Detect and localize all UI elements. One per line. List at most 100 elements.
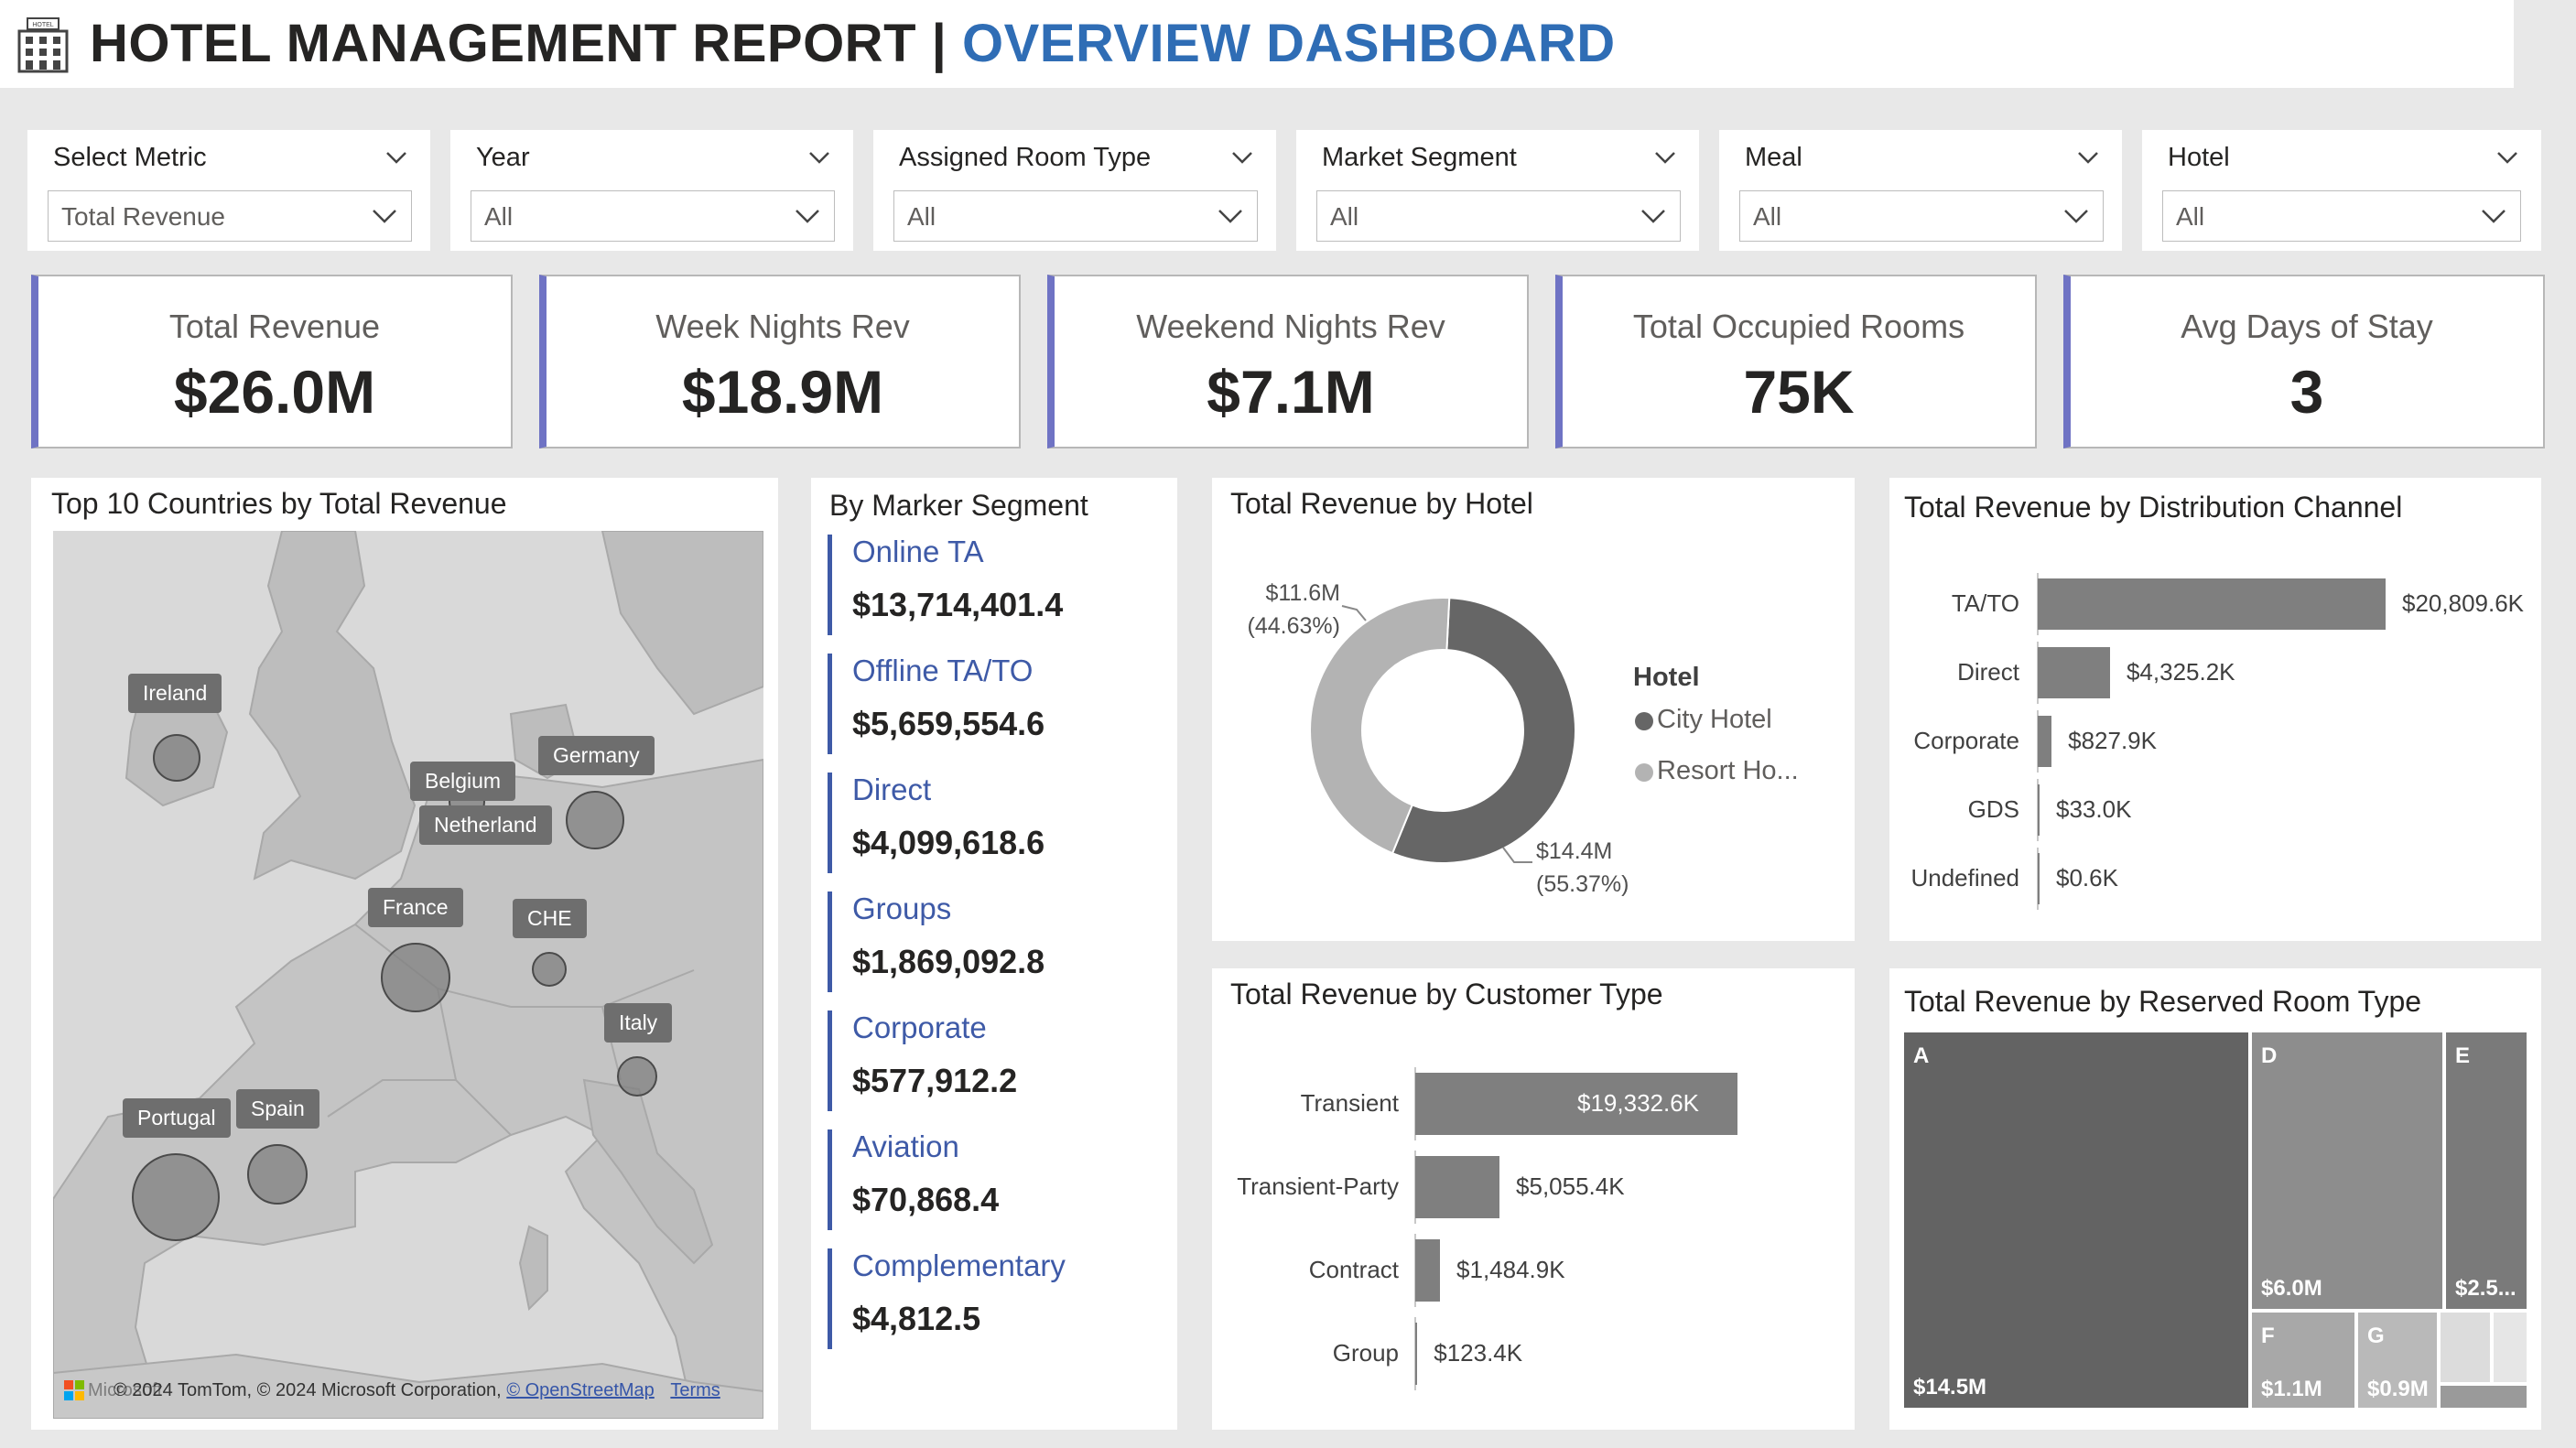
kpi-value: $18.9M — [681, 358, 884, 426]
kpi-label: Avg Days of Stay — [2181, 308, 2433, 345]
hotel-donut-panel: Total Revenue by Hotel Hotel City Hotel … — [1212, 478, 1855, 941]
slicer-dropdown[interactable]: All — [893, 190, 1258, 242]
slicer-value: All — [907, 202, 936, 231]
channel-chart-title: Total Revenue by Distribution Channel — [1904, 491, 2403, 524]
slicer-label: Select Metric — [53, 143, 207, 172]
report-header: HOTEL HOTEL MANAGEMENT REPORT | OVERVIEW… — [0, 0, 2514, 88]
terms-link[interactable]: Terms — [670, 1380, 720, 1400]
bubble-ireland[interactable] — [153, 734, 200, 782]
legend-label-resort: Resort Ho... — [1657, 756, 1799, 785]
bar[interactable] — [2038, 853, 2040, 904]
segment-name: Direct — [852, 773, 932, 806]
donut-label-city-pct: (55.37%) — [1536, 871, 1629, 897]
bubble-portugal[interactable] — [132, 1153, 220, 1241]
bubble-che[interactable] — [532, 952, 567, 987]
legend-item-city-hotel[interactable]: City Hotel — [1635, 705, 1772, 735]
segment-item[interactable]: Complementary $4,812.5 — [828, 1248, 1175, 1349]
kpi-card-weekend-nights-rev: Weekend Nights Rev $7.1M — [1047, 275, 1529, 448]
svg-text:HOTEL: HOTEL — [32, 22, 53, 28]
segment-item[interactable]: Direct $4,099,618.6 — [828, 773, 1175, 873]
tile-g-name: G — [2367, 1324, 2385, 1348]
bar[interactable] — [1415, 1323, 1418, 1385]
treemap-tile-small-2[interactable] — [2494, 1313, 2527, 1382]
bubble-spain[interactable] — [247, 1144, 308, 1205]
osm-link[interactable]: © OpenStreetMap — [506, 1380, 654, 1400]
kpi-value: $7.1M — [1207, 358, 1375, 426]
bar[interactable] — [2038, 716, 2052, 767]
country-map[interactable]: Ireland Germany Belgium Netherland Franc… — [53, 531, 763, 1419]
segment-panel: By Marker Segment Online TA $13,714,401.4… — [811, 478, 1177, 1430]
channel-panel: Total Revenue by Distribution Channel TA… — [1889, 478, 2541, 941]
chevron-down-icon[interactable] — [807, 148, 831, 167]
bubble-france[interactable] — [381, 943, 450, 1012]
slicer-label: Hotel — [2168, 143, 2230, 172]
bar[interactable] — [1415, 1239, 1441, 1302]
donut-label-resort-amount: $11.6M — [1265, 580, 1340, 606]
bar[interactable] — [2038, 647, 2110, 698]
bar-category-label: Corporate — [1913, 727, 2019, 754]
segment-item[interactable]: Aviation $70,868.4 — [828, 1129, 1175, 1230]
segment-name: Offline TA/TO — [852, 654, 1034, 687]
chevron-down-icon[interactable] — [2076, 148, 2100, 167]
bubble-germany[interactable] — [566, 791, 624, 849]
legend-dot-resort — [1635, 763, 1653, 782]
bar[interactable] — [2038, 784, 2040, 836]
segment-name: Online TA — [852, 535, 984, 568]
leader-line-city — [1502, 847, 1532, 863]
treemap-tile-a[interactable]: A $14.5M — [1904, 1032, 2248, 1408]
donut-label-resort-pct: (44.63%) — [1247, 613, 1340, 639]
bar-value-label: $19,332.6K — [1577, 1089, 1700, 1117]
slicer-hotel: Hotel All — [2142, 130, 2541, 251]
chevron-down-icon — [1218, 210, 1242, 223]
slicer-dropdown[interactable]: All — [1739, 190, 2104, 242]
slicer-room-type: Assigned Room Type All — [873, 130, 1276, 251]
slicer-label: Market Segment — [1322, 143, 1517, 172]
kpi-card-week-nights-rev: Week Nights Rev $18.9M — [539, 275, 1021, 448]
bar-category-label: Undefined — [1910, 864, 2019, 891]
slicer-dropdown[interactable]: All — [2162, 190, 2521, 242]
slicer-label: Assigned Room Type — [899, 143, 1152, 172]
customer-panel: Total Revenue by Customer Type Transient… — [1212, 968, 1855, 1430]
segment-value: $13,714,401.4 — [852, 586, 1064, 623]
segment-item[interactable]: Offline TA/TO $5,659,554.6 — [828, 654, 1175, 754]
chevron-down-icon[interactable] — [384, 148, 408, 167]
slicer-dropdown[interactable]: All — [471, 190, 835, 242]
kpi-value: 3 — [2289, 358, 2324, 426]
map-attribution: © 2024 TomTom, © 2024 Microsoft Corporat… — [114, 1380, 720, 1401]
chevron-down-icon[interactable] — [2495, 148, 2519, 167]
map-label-portugal: Portugal — [123, 1098, 231, 1138]
bar[interactable] — [2038, 578, 2386, 630]
segment-item[interactable]: Groups $1,869,092.8 — [828, 891, 1175, 992]
treemap-tile-e[interactable]: E $2.5... — [2446, 1032, 2527, 1309]
bar[interactable] — [1415, 1156, 1500, 1218]
segment-item[interactable]: Corporate $577,912.2 — [828, 1010, 1175, 1111]
map-label-spain: Spain — [236, 1089, 319, 1129]
kpi-label: Week Nights Rev — [655, 308, 910, 345]
kpi-value: 75K — [1743, 358, 1855, 426]
map-label-italy: Italy — [604, 1003, 673, 1043]
chevron-down-icon[interactable] — [1653, 148, 1677, 167]
treemap-tile-g[interactable]: G $0.9M — [2358, 1313, 2437, 1408]
slicer-dropdown[interactable]: Total Revenue — [48, 190, 412, 242]
map-label-germany: Germany — [538, 736, 655, 775]
treemap-tile-small-1[interactable] — [2441, 1313, 2490, 1382]
bubble-italy[interactable] — [617, 1056, 657, 1097]
segment-name: Aviation — [852, 1129, 959, 1163]
slicer-value: Total Revenue — [61, 202, 226, 231]
legend-item-resort-hotel[interactable]: Resort Ho... — [1635, 756, 1799, 786]
chevron-down-icon — [1641, 210, 1665, 223]
segment-value: $4,099,618.6 — [852, 824, 1045, 861]
legend-dot-city — [1635, 712, 1653, 730]
chevron-down-icon[interactable] — [1230, 148, 1254, 167]
treemap-tile-small-3[interactable] — [2441, 1386, 2527, 1408]
page-title: HOTEL MANAGEMENT REPORT | OVERVIEW DASHB… — [90, 15, 1616, 73]
treemap-tile-d[interactable]: D $6.0M — [2252, 1032, 2442, 1309]
title-main: HOTEL MANAGEMENT REPORT | — [90, 14, 962, 73]
segment-item[interactable]: Online TA $13,714,401.4 — [828, 535, 1175, 635]
treemap-tile-f[interactable]: F $1.1M — [2252, 1313, 2354, 1408]
kpi-card-total-occupied-rooms: Total Occupied Rooms 75K — [1555, 275, 2037, 448]
room-treemap[interactable]: A $14.5M D $6.0M E $2.5... F $1.1M G $0.… — [1904, 1032, 2527, 1408]
leader-line-resort — [1341, 605, 1367, 621]
slicer-dropdown[interactable]: All — [1316, 190, 1681, 242]
slicer-label: Year — [476, 143, 530, 172]
